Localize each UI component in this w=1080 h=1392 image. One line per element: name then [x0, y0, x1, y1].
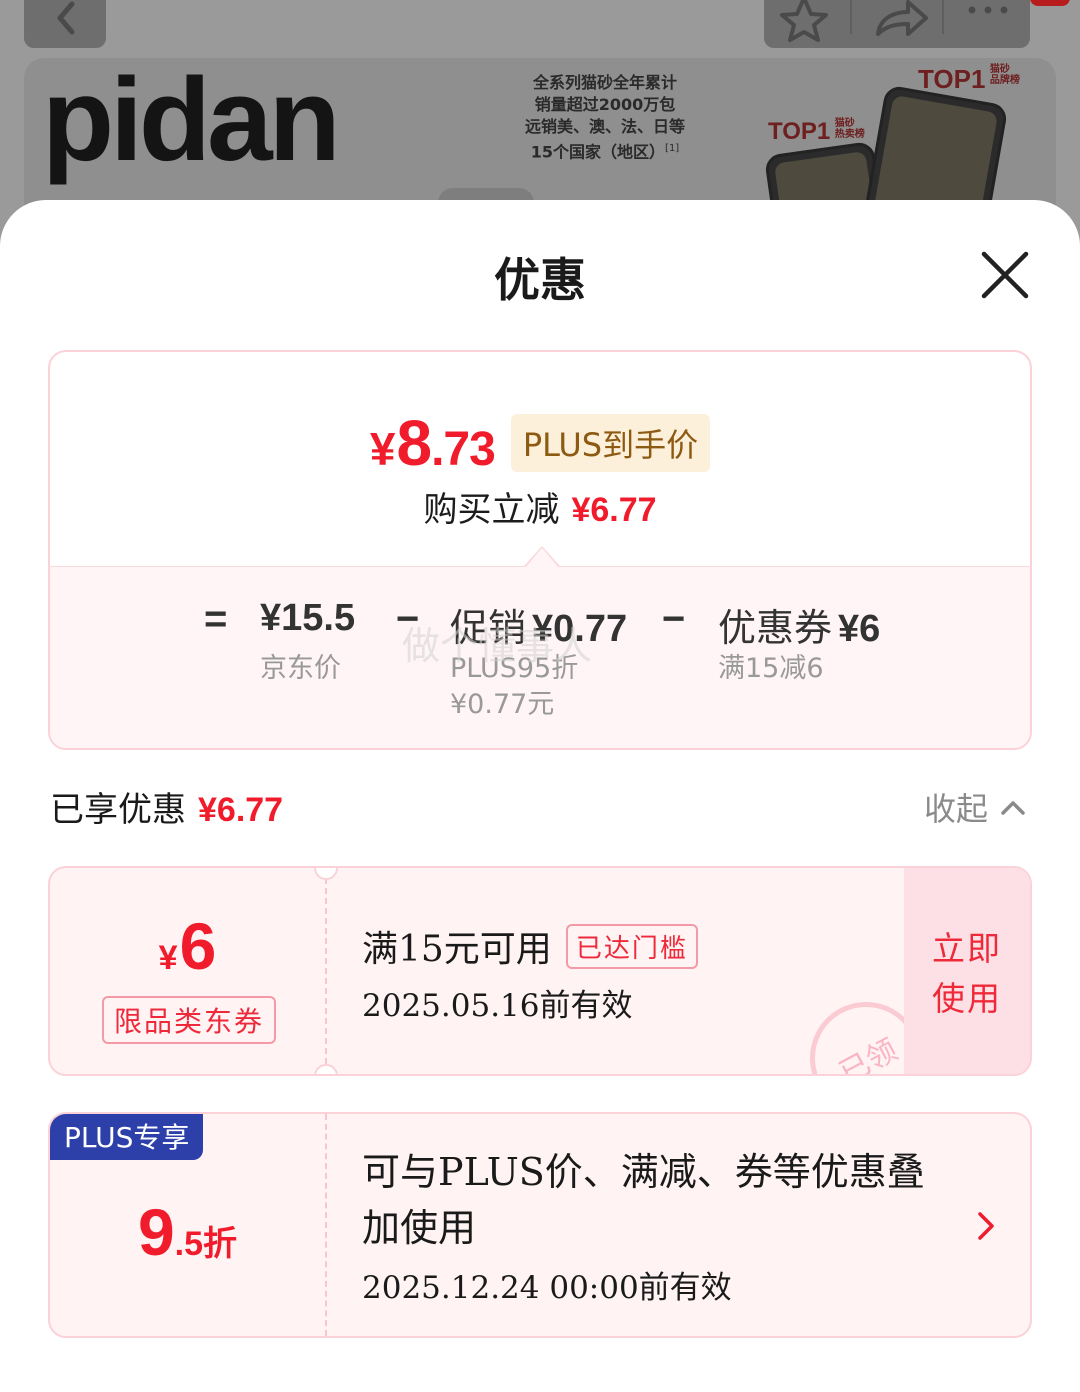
plus-exclusive-badge: PLUS专享 — [50, 1114, 204, 1160]
jd-price-value: ¥15.5 — [260, 597, 356, 639]
coupon-detail: 满15减6 — [718, 653, 824, 684]
threshold-met-tag: 已达门槛 — [565, 923, 698, 969]
notification-badge — [1030, 0, 1070, 6]
top1-badge: TOP1 猫砂 品牌榜 — [918, 64, 1020, 94]
coupon-divider — [325, 868, 327, 1074]
coupon-amount: ¥6 — [158, 909, 217, 983]
coupon-notch — [314, 1064, 338, 1074]
brand-logo: pidan — [42, 54, 341, 186]
equals-sign: = — [204, 597, 228, 641]
plus-discount-card[interactable]: PLUS专享 9.5折 可与PLUS价、满减、券等优惠叠加使用 2025.12.… — [48, 1112, 1032, 1338]
close-button[interactable] — [974, 244, 1036, 306]
close-icon — [981, 251, 1029, 299]
chevron-up-icon — [1001, 801, 1025, 815]
coupon-type-tag: 限品类东券 — [102, 996, 277, 1044]
divider — [850, 0, 852, 34]
enjoyed-discount: 已享优惠 ¥6.77 — [50, 790, 284, 830]
watermark: 做个懂事人 — [402, 624, 593, 668]
more-icon[interactable] — [950, 0, 1030, 48]
coupon-divider — [325, 1114, 327, 1336]
plus-discount-validity: 2025.12.24 00:00前有效 — [362, 1270, 732, 1306]
coupon-card: ¥6 限品类东券 满15元可用 已达门槛 2025.05.16前有效 已领 立即… — [48, 866, 1032, 1076]
use-now-button[interactable]: 立即 使用 — [904, 868, 1030, 1074]
plus-price-tag: PLUS到手价 — [510, 414, 711, 472]
coupon-condition: 满15元可用 已达门槛 — [362, 920, 698, 972]
top-action-group — [764, 0, 1030, 48]
collapse-button[interactable]: 收起 — [924, 784, 1026, 830]
chevron-right-icon — [978, 1212, 994, 1240]
back-button[interactable] — [24, 0, 106, 48]
share-icon[interactable] — [856, 0, 946, 48]
instant-discount-line: 购买立减 ¥6.77 — [423, 490, 657, 530]
divider — [942, 0, 944, 34]
coupon-value: 优惠券 ¥6 — [718, 606, 881, 650]
pointer-notch-fill — [526, 548, 558, 567]
minus-sign: − — [662, 597, 686, 641]
top1-badge: TOP1 猫砂 热卖榜 — [768, 118, 865, 145]
plus-discount-description: 可与PLUS价、满减、券等优惠叠加使用 — [362, 1150, 925, 1250]
price-breakdown: = ¥15.5 京东价 − 促销 ¥0.77 PLUS95折 ¥0.77元 − 优惠… — [50, 566, 1030, 748]
final-price: ¥8.73 — [369, 407, 496, 479]
final-price-row: ¥8.73 PLUS到手价 — [50, 406, 1030, 480]
coupon-value-panel: ¥6 限品类东券 — [50, 868, 325, 1074]
plus-discount-rate: 9.5折 — [137, 1195, 238, 1269]
sheet-title: 优惠 — [494, 253, 586, 307]
discount-sheet: 优惠 ¥8.73 PLUS到手价 购买立减 ¥6.77 = ¥15.5 京东价 −… — [0, 200, 1080, 1392]
coupon-validity: 2025.05.16前有效 — [362, 988, 633, 1024]
brand-sales-note: 全系列猫砂全年累计 销量超过2000万包 远销美、澳、法、日等 15个国家（地区… — [524, 73, 685, 162]
price-summary-card: ¥8.73 PLUS到手价 购买立减 ¥6.77 = ¥15.5 京东价 − 促销… — [48, 350, 1032, 750]
jd-price-label: 京东价 — [260, 653, 341, 684]
chevron-left-icon — [57, 1, 75, 35]
